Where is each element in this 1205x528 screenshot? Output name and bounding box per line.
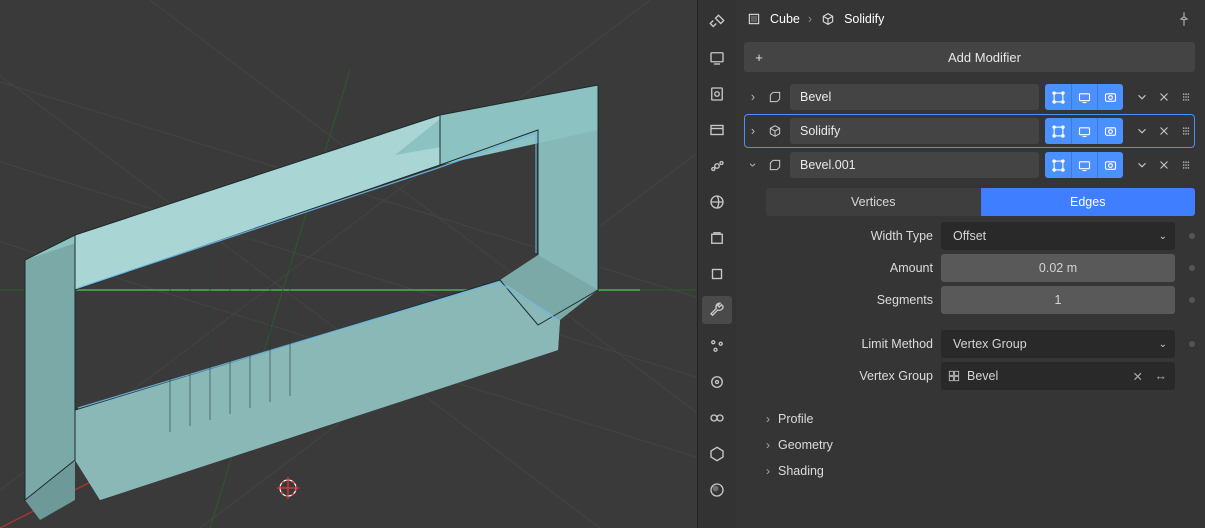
scene-tab-icon[interactable] — [702, 152, 732, 180]
output-tab-icon[interactable] — [702, 80, 732, 108]
segments-value: 1 — [1055, 293, 1062, 307]
limit-method-value: Vertex Group — [953, 337, 1027, 351]
realtime-toggle[interactable] — [1071, 118, 1097, 144]
expand-toggle[interactable]: › — [746, 90, 760, 104]
limit-method-dropdown[interactable]: Vertex Group ⌄ — [941, 330, 1175, 358]
keyframe-dot[interactable] — [1189, 233, 1195, 239]
edit-mode-toggle[interactable] — [1045, 118, 1071, 144]
vgroup-selector[interactable]: Bevel ✕ ↔ — [941, 362, 1175, 390]
vgroup-value: Bevel — [967, 369, 998, 383]
chevron-right-icon: › — [808, 12, 812, 26]
edit-mode-toggle[interactable] — [1045, 84, 1071, 110]
realtime-toggle[interactable] — [1071, 84, 1097, 110]
material-tab-icon[interactable] — [702, 476, 732, 504]
keyframe-dot[interactable] — [1189, 297, 1195, 303]
modifier-name-input[interactable]: Bevel — [790, 84, 1039, 110]
world-tab-icon[interactable] — [702, 188, 732, 216]
drag-handle-icon[interactable] — [1179, 124, 1193, 138]
expand-toggle[interactable]: › — [746, 158, 760, 172]
render-toggle[interactable] — [1097, 84, 1123, 110]
tab-vertices[interactable]: Vertices — [766, 188, 981, 216]
amount-value: 0.02 m — [1039, 261, 1077, 275]
viewlayer-tab-icon[interactable] — [702, 116, 732, 144]
constraints-tab-icon[interactable] — [702, 404, 732, 432]
chevron-right-icon: › — [766, 438, 770, 452]
breadcrumb-modifier[interactable]: Solidify — [844, 12, 884, 26]
close-icon[interactable] — [1157, 158, 1171, 172]
expand-toggle[interactable]: › — [746, 124, 760, 138]
amount-input[interactable]: 0.02 m — [941, 254, 1175, 282]
render-toggle[interactable] — [1097, 118, 1123, 144]
modifier-row-solidify[interactable]: › Solidify — [744, 114, 1195, 148]
width-type-dropdown[interactable]: Offset ⌄ — [941, 222, 1175, 250]
modifier-row-bevel[interactable]: › Bevel — [744, 80, 1195, 114]
bevel-settings: Vertices Edges Width Type Offset ⌄ Amoun… — [744, 188, 1195, 390]
breadcrumb: Cube › Solidify — [744, 6, 1195, 42]
object-tab-icon[interactable] — [702, 260, 732, 288]
object-icon — [746, 11, 762, 27]
bevel-icon — [766, 89, 784, 105]
invert-icon[interactable]: ↔ — [1155, 369, 1168, 383]
tool-tab-icon[interactable] — [702, 8, 732, 36]
vgroup-label: Vertex Group — [766, 369, 933, 383]
collection-tab-icon[interactable] — [702, 224, 732, 252]
subpanel-label: Profile — [778, 412, 813, 426]
chevron-down-icon[interactable] — [1135, 90, 1149, 104]
subpanel-label: Geometry — [778, 438, 833, 452]
pin-icon[interactable] — [1175, 10, 1193, 28]
modifier-visibility-toggles — [1045, 118, 1123, 144]
modifier-visibility-toggles — [1045, 152, 1123, 178]
keyframe-dot[interactable] — [1189, 341, 1195, 347]
drag-handle-icon[interactable] — [1179, 158, 1193, 172]
solidify-icon — [766, 123, 784, 139]
physics-tab-icon[interactable] — [702, 368, 732, 396]
realtime-toggle[interactable] — [1071, 152, 1097, 178]
drag-handle-icon[interactable] — [1179, 90, 1193, 104]
limit-method-label: Limit Method — [766, 337, 933, 351]
close-icon[interactable] — [1157, 124, 1171, 138]
segments-label: Segments — [766, 293, 933, 307]
vgroup-icon — [947, 369, 961, 383]
bevel-icon — [766, 157, 784, 173]
subpanel-label: Shading — [778, 464, 824, 478]
close-icon[interactable] — [1157, 90, 1171, 104]
clear-icon[interactable]: ✕ — [1133, 369, 1143, 384]
subpanel-geometry[interactable]: › Geometry — [744, 432, 1195, 458]
chevron-down-icon: ⌄ — [1159, 339, 1167, 350]
tab-edges[interactable]: Edges — [981, 188, 1196, 216]
affect-tabs: Vertices Edges — [766, 188, 1195, 216]
subpanel-shading[interactable]: › Shading — [744, 458, 1195, 484]
viewport-3d[interactable] — [0, 0, 697, 528]
modifier-name-input[interactable]: Bevel.001 — [790, 152, 1039, 178]
subpanel-profile[interactable]: › Profile — [744, 406, 1195, 432]
add-modifier-button[interactable]: + Add Modifier — [744, 42, 1195, 72]
solidify-icon — [820, 11, 836, 27]
edit-mode-toggle[interactable] — [1045, 152, 1071, 178]
chevron-right-icon: › — [766, 464, 770, 478]
segments-input[interactable]: 1 — [941, 286, 1175, 314]
add-modifier-label: Add Modifier — [774, 50, 1195, 65]
width-type-label: Width Type — [766, 229, 933, 243]
amount-label: Amount — [766, 261, 933, 275]
plus-icon: + — [744, 50, 774, 65]
properties-tab-strip — [697, 0, 736, 528]
modifier-row-bevel-001[interactable]: › Bevel.001 — [744, 148, 1195, 182]
modifier-tab-icon[interactable] — [702, 296, 732, 324]
modifier-properties-panel: Cube › Solidify + Add Modifier › Bevel ›… — [736, 0, 1205, 528]
render-tab-icon[interactable] — [702, 44, 732, 72]
modifier-name-input[interactable]: Solidify — [790, 118, 1039, 144]
render-toggle[interactable] — [1097, 152, 1123, 178]
chevron-right-icon: › — [766, 412, 770, 426]
particles-tab-icon[interactable] — [702, 332, 732, 360]
keyframe-dot[interactable] — [1189, 265, 1195, 271]
modifier-visibility-toggles — [1045, 84, 1123, 110]
data-tab-icon[interactable] — [702, 440, 732, 468]
chevron-down-icon[interactable] — [1135, 124, 1149, 138]
width-type-value: Offset — [953, 229, 986, 243]
chevron-down-icon: ⌄ — [1159, 231, 1167, 242]
chevron-down-icon[interactable] — [1135, 158, 1149, 172]
breadcrumb-object[interactable]: Cube — [770, 12, 800, 26]
